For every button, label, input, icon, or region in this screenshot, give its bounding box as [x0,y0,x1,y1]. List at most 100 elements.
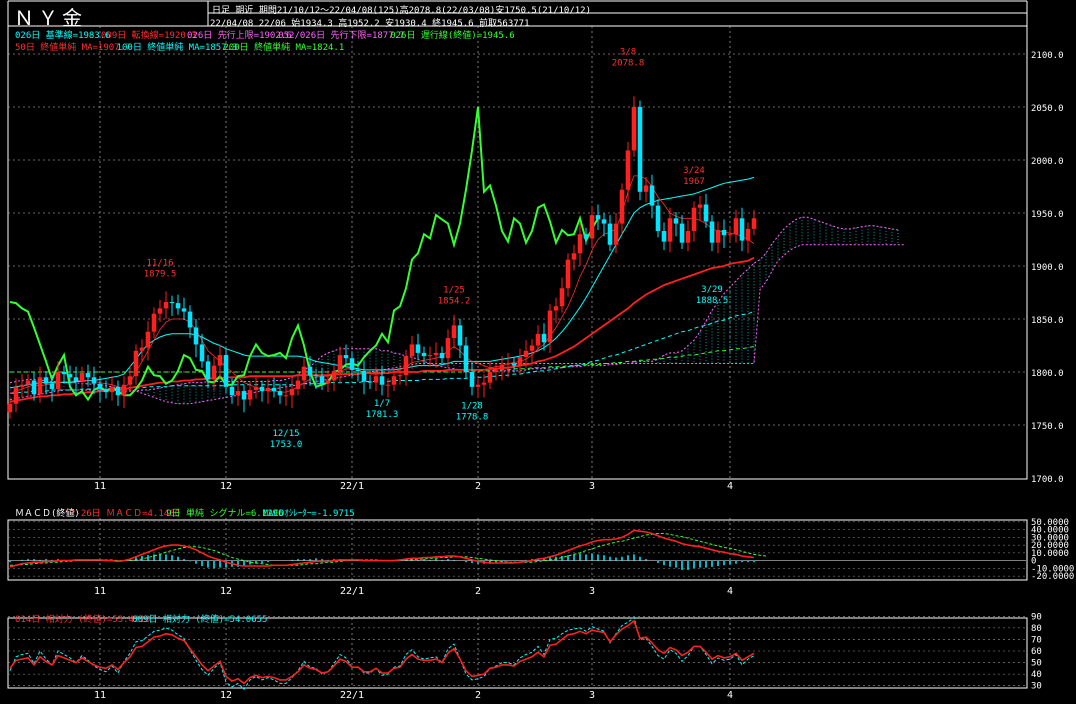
candle-body [361,370,367,382]
candle-body [511,363,517,366]
candle-body [547,310,553,343]
candle-body [37,377,43,395]
candle-body [697,204,703,208]
candle-body [721,229,727,236]
candle-body [181,308,187,312]
candle-body [265,387,271,392]
candle-body [103,388,109,393]
annotation-value: 1888.5 [696,296,729,306]
annotation-value: 1879.5 [144,270,177,280]
price-x-tick-label: 2 [475,481,481,492]
candle-body [295,380,301,389]
candle-body [421,352,427,357]
candle-body [223,355,229,387]
candle-body [241,391,247,400]
annotation-value: 1781.3 [366,410,399,420]
annotation-date: 1/7 [374,399,390,409]
candle-body [19,384,25,387]
candle-body [409,344,415,357]
rsi-tick-label: 90 [1031,612,1042,622]
price-x-tick-label: 11 [94,481,106,492]
legend-ichimoku-0: 026日 基準線=1983.6 [15,29,111,41]
annotation-date: 3/29 [701,285,723,295]
candle-body [541,333,547,343]
candle-body [733,218,739,235]
rsi-x-tick-label: 3 [589,690,595,701]
candle-body [559,288,565,307]
legend-ichimoku-4: 026日 遅行線(終値)=1945.6 [390,29,514,41]
price-tick-label: 1850.0 [1031,316,1064,326]
annotation-date: 12/15 [272,429,299,439]
legend-ichimoku-1: 009日 転換線=1920.3 [101,29,197,41]
ichimoku-span-b-line [9,244,904,405]
macd-x-tick-label: 3 [589,586,595,597]
candle-body [163,302,169,309]
candle-body [739,218,745,241]
macd-tick-label: -10.0000 [1031,564,1074,574]
price-x-tick-label: 22/1 [340,481,364,492]
legend-ichimoku-2: 026日 先行上限=1902.6 [187,29,292,41]
candle-body [691,207,697,232]
candle-body [655,205,661,232]
chart-canvas: 026日 基準線=1983.6009日 転換線=1920.3026日 先行上限=… [7,0,1074,701]
macd-panel-frame [7,519,1028,581]
candle-body [367,381,373,383]
candle-body [235,391,241,396]
rsi-tick-label: 50 [1031,659,1042,669]
candle-body [145,331,151,348]
annotation-value: 1778.8 [456,412,489,422]
rsi-panel-frame [7,617,1028,689]
candle-body [79,373,85,382]
price-x-tick-label: 3 [589,481,595,492]
legend-macd-1: 12-26日 ＭＡＣＤ=4.1480 [65,508,180,519]
macd-tick-label: 50.0000 [1031,518,1069,528]
candle-body [463,345,469,372]
candle-body [133,350,139,377]
annotation-date: 3/8 [620,47,636,57]
candle-body [247,390,253,400]
candle-body [97,383,103,389]
candle-body [661,231,667,242]
candle-body [583,234,589,239]
candle-body [13,386,19,404]
rsi-x-tick-label: 22/1 [340,690,364,701]
candle-body [619,189,625,224]
candle-body [199,344,205,362]
price-tick-label: 1700.0 [1031,475,1064,485]
candle-body [595,215,601,220]
candle-body [271,387,277,392]
rsi-x-tick-label: 2 [475,690,481,701]
price-tick-label: 1800.0 [1031,369,1064,379]
candle-body [673,218,679,224]
rsi9-line [9,616,755,690]
macd-x-tick-label: 11 [94,586,106,597]
candle-body [253,386,259,391]
candle-body [529,345,535,351]
rsi-tick-label: 80 [1031,624,1042,634]
candle-body [55,372,61,389]
candle-body [445,338,451,359]
candle-body [7,403,13,413]
candle-body [85,373,91,378]
rsi-tick-label: 30 [1031,682,1042,692]
candle-body [679,223,685,243]
legend-ma-2: 200日 終値単純 MA=1824.1 [223,41,344,53]
candle-body [517,357,523,366]
annotation-date: 1/28 [461,401,483,411]
candle-body [391,376,397,385]
price-tick-label: 1750.0 [1031,422,1064,432]
candle-body [685,231,691,243]
candle-body [349,358,355,370]
candle-body [319,376,325,384]
rsi-tick-label: 40 [1031,670,1042,680]
price-x-tick-label: 4 [727,481,733,492]
candle-body [331,370,337,381]
macd-x-tick-label: 22/1 [340,586,364,597]
candle-body [187,311,193,328]
candle-body [151,313,157,332]
candle-body [643,185,649,192]
macd-x-tick-label: 12 [220,586,232,597]
candle-body [283,395,289,397]
annotation-date: 1/25 [443,286,465,296]
candle-body [31,380,37,395]
